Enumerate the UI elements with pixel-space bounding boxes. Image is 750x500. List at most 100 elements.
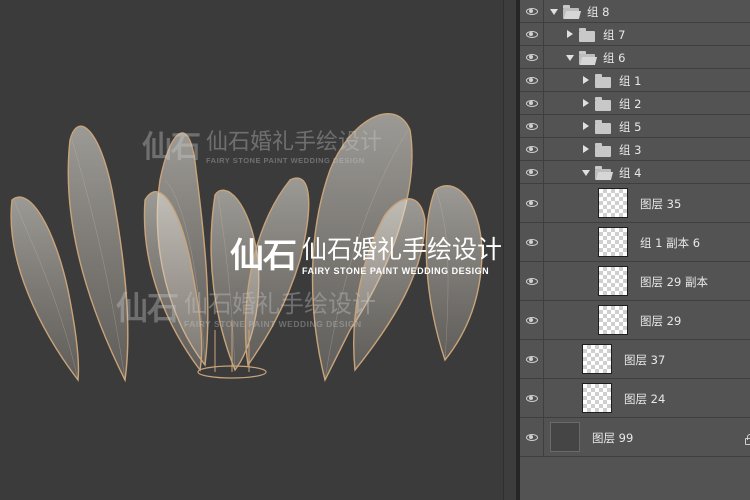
layer-thumbnail xyxy=(598,305,628,335)
folder-icon xyxy=(595,74,611,88)
eye-icon xyxy=(525,199,538,207)
eye-icon xyxy=(525,53,538,61)
eye-icon xyxy=(525,277,538,285)
layer-thumbnail xyxy=(598,266,628,296)
eye-icon xyxy=(525,433,538,441)
watermark-top: 仙石 仙石婚礼手绘设计 FAIRY STONE PAINT WEDDING DE… xyxy=(142,122,382,166)
layer-name: 图层 29 副本 xyxy=(640,275,708,289)
watermark-cn-text: 仙石婚礼手绘设计 xyxy=(184,289,377,318)
folder-icon xyxy=(579,51,595,65)
eye-icon xyxy=(525,122,538,130)
folder-icon xyxy=(595,166,611,180)
layer-thumbnail xyxy=(582,344,612,374)
eye-icon xyxy=(525,168,538,176)
folder-icon xyxy=(595,120,611,134)
visibility-toggle[interactable] xyxy=(520,115,544,137)
watermark-logo: 仙石 xyxy=(116,289,179,327)
layer-name: 组 2 xyxy=(619,97,642,111)
layers-panel: 组 8 组 7 组 6 组 1 组 2 组 5 组 3 组 4 图层 35 组 1 副本 6 图层 … xyxy=(520,0,750,500)
visibility-toggle[interactable] xyxy=(520,418,544,456)
lock-icon xyxy=(745,434,750,445)
layer-name: 组 1 副本 6 xyxy=(640,236,701,250)
eye-icon xyxy=(525,145,538,153)
canvas-scrollbar[interactable] xyxy=(503,0,517,500)
layer-name: 图层 99 xyxy=(592,431,634,445)
layer-row[interactable]: 图层 99 xyxy=(520,418,750,457)
layer-name: 组 4 xyxy=(619,166,642,180)
layer-name: 组 8 xyxy=(587,5,610,19)
layer-name: 图层 24 xyxy=(624,392,666,406)
eye-icon xyxy=(525,30,538,38)
layer-row[interactable]: 图层 29 xyxy=(520,301,750,340)
visibility-toggle[interactable] xyxy=(520,69,544,91)
chevron-right-icon[interactable] xyxy=(583,122,589,130)
chevron-right-icon[interactable] xyxy=(583,76,589,84)
layer-name: 组 7 xyxy=(603,28,626,42)
layer-name: 图层 35 xyxy=(640,197,682,211)
layer-row[interactable]: 组 4 xyxy=(520,161,750,184)
eye-icon xyxy=(525,394,538,402)
watermark-cn-text: 仙石婚礼手绘设计 xyxy=(206,129,383,155)
chevron-right-icon[interactable] xyxy=(583,145,589,153)
layer-row[interactable]: 组 7 xyxy=(520,23,750,46)
visibility-toggle[interactable] xyxy=(520,223,544,261)
chevron-right-icon[interactable] xyxy=(567,30,573,38)
eye-icon xyxy=(525,238,538,246)
layer-name: 图层 29 xyxy=(640,314,682,328)
visibility-toggle[interactable] xyxy=(520,379,544,417)
layer-row[interactable]: 组 1 副本 6 xyxy=(520,223,750,262)
eye-icon xyxy=(525,316,538,324)
folder-icon xyxy=(595,143,611,157)
visibility-toggle[interactable] xyxy=(520,340,544,378)
layer-row[interactable]: 组 6 xyxy=(520,46,750,69)
layer-thumbnail xyxy=(598,188,628,218)
visibility-toggle[interactable] xyxy=(520,46,544,68)
eye-icon xyxy=(525,76,538,84)
chevron-down-icon[interactable] xyxy=(566,55,574,61)
eye-icon xyxy=(525,355,538,363)
watermark-en-text: FAIRY STONE PAINT WEDDING DESIGN xyxy=(184,318,362,329)
visibility-toggle[interactable] xyxy=(520,301,544,339)
layer-thumbnail xyxy=(582,383,612,413)
layer-name: 组 6 xyxy=(603,51,626,65)
document-canvas[interactable]: 仙石 仙石婚礼手绘设计 FAIRY STONE PAINT WEDDING DE… xyxy=(0,0,516,500)
layer-row[interactable]: 图层 24 xyxy=(520,379,750,418)
layer-name: 图层 37 xyxy=(624,353,666,367)
eye-icon xyxy=(525,7,538,15)
layer-row[interactable]: 图层 35 xyxy=(520,184,750,223)
folder-icon xyxy=(595,97,611,111)
visibility-toggle[interactable] xyxy=(520,184,544,222)
layer-row[interactable]: 图层 37 xyxy=(520,340,750,379)
layer-name: 组 5 xyxy=(619,120,642,134)
layer-row[interactable]: 组 1 xyxy=(520,69,750,92)
watermark-cn-text: 仙石婚礼手绘设计 xyxy=(302,234,503,264)
folder-icon xyxy=(563,5,579,19)
watermark-bottom: 仙石 仙石婚礼手绘设计 FAIRY STONE PAINT WEDDING DE… xyxy=(116,283,376,329)
watermark-en-text: FAIRY STONE PAINT WEDDING DESIGN xyxy=(302,265,490,276)
watermark-en-text: FAIRY STONE PAINT WEDDING DESIGN xyxy=(206,155,365,165)
layer-row[interactable]: 组 5 xyxy=(520,115,750,138)
visibility-toggle[interactable] xyxy=(520,92,544,114)
layer-row[interactable]: 组 8 xyxy=(520,0,750,23)
layer-thumbnail xyxy=(550,422,580,452)
folder-icon xyxy=(579,28,595,42)
layer-row[interactable]: 组 2 xyxy=(520,92,750,115)
eye-icon xyxy=(525,99,538,107)
layer-name: 组 1 xyxy=(619,74,642,88)
layer-row[interactable]: 组 3 xyxy=(520,138,750,161)
visibility-toggle[interactable] xyxy=(520,262,544,300)
visibility-toggle[interactable] xyxy=(520,161,544,183)
chevron-right-icon[interactable] xyxy=(583,99,589,107)
watermark-logo: 仙石 xyxy=(142,130,201,165)
leaf-shape xyxy=(10,196,80,382)
layer-thumbnail xyxy=(598,227,628,257)
layer-name: 组 3 xyxy=(619,143,642,157)
visibility-toggle[interactable] xyxy=(520,0,544,22)
layer-row[interactable]: 图层 29 副本 xyxy=(520,262,750,301)
visibility-toggle[interactable] xyxy=(520,23,544,45)
chevron-down-icon[interactable] xyxy=(550,9,558,15)
watermark-center: 仙石 仙石婚礼手绘设计 FAIRY STONE PAINT WEDDING DE… xyxy=(230,228,502,277)
watermark-logo: 仙石 xyxy=(230,236,297,276)
chevron-down-icon[interactable] xyxy=(582,170,590,176)
visibility-toggle[interactable] xyxy=(520,138,544,160)
